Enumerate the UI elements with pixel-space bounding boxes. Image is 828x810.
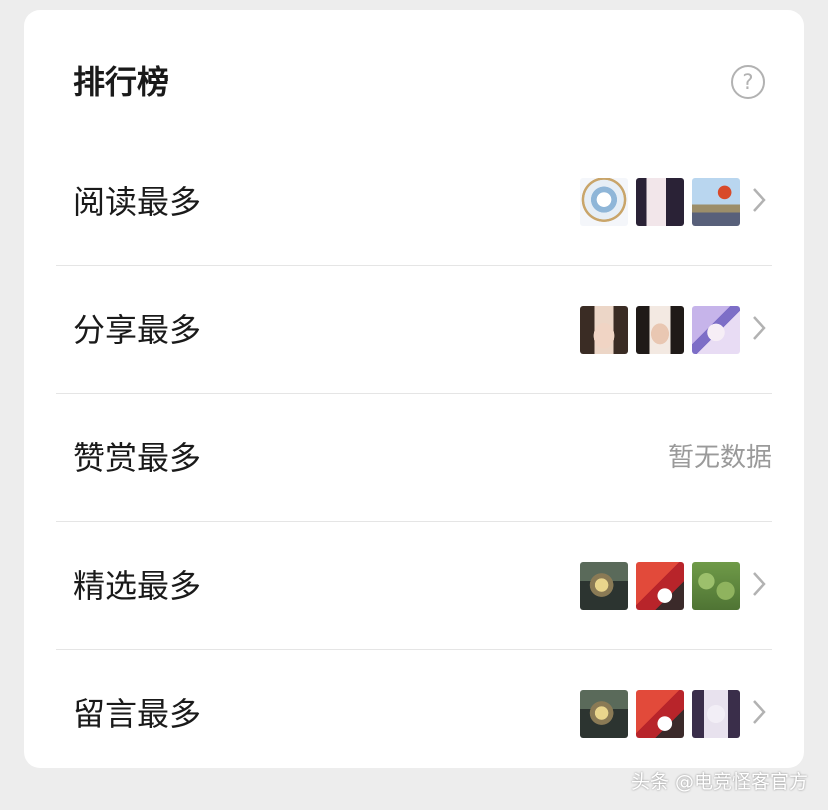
watermark: 头条 @电竞怪客官方 [630,771,808,793]
row-label: 精选最多 [73,567,202,605]
rank-row-most-comments[interactable]: 留言最多 [56,650,772,778]
rank-row-most-featured[interactable]: 精选最多 [56,522,772,650]
empty-state-text: 暂无数据 [667,443,772,473]
chevron-right-icon [753,316,766,340]
avatar-thumbnail [692,306,740,354]
page-title: 排行榜 [73,63,170,101]
thumbnail-group [580,562,740,610]
avatar-thumbnail [636,306,684,354]
avatar-thumbnail [692,178,740,226]
avatar-thumbnail [636,690,684,738]
row-label: 阅读最多 [73,183,202,221]
card-header: 排行榜 ? [24,10,804,138]
thumbnail-group [580,178,740,226]
thumbnail-group [580,306,740,354]
rank-row-most-tipped: 赞赏最多 暂无数据 [56,394,772,522]
avatar-thumbnail [692,690,740,738]
avatar-thumbnail [580,562,628,610]
chevron-right-icon [753,700,766,724]
chevron-right-icon [753,572,766,596]
avatar-thumbnail [692,562,740,610]
leaderboard-card: 排行榜 ? 阅读最多 分享最多 赞赏最多 暂无数据 精选最多 留言最多 [24,10,804,768]
avatar-thumbnail [580,306,628,354]
row-label: 分享最多 [73,311,202,349]
avatar-thumbnail [636,562,684,610]
chevron-right-icon [753,188,766,212]
avatar-thumbnail [636,178,684,226]
row-label: 留言最多 [73,695,202,733]
avatar-thumbnail [580,178,628,226]
help-icon[interactable]: ? [731,65,765,99]
rank-row-most-read[interactable]: 阅读最多 [56,138,772,266]
rank-row-most-shared[interactable]: 分享最多 [56,266,772,394]
row-label: 赞赏最多 [73,439,202,477]
avatar-thumbnail [580,690,628,738]
thumbnail-group [580,690,740,738]
